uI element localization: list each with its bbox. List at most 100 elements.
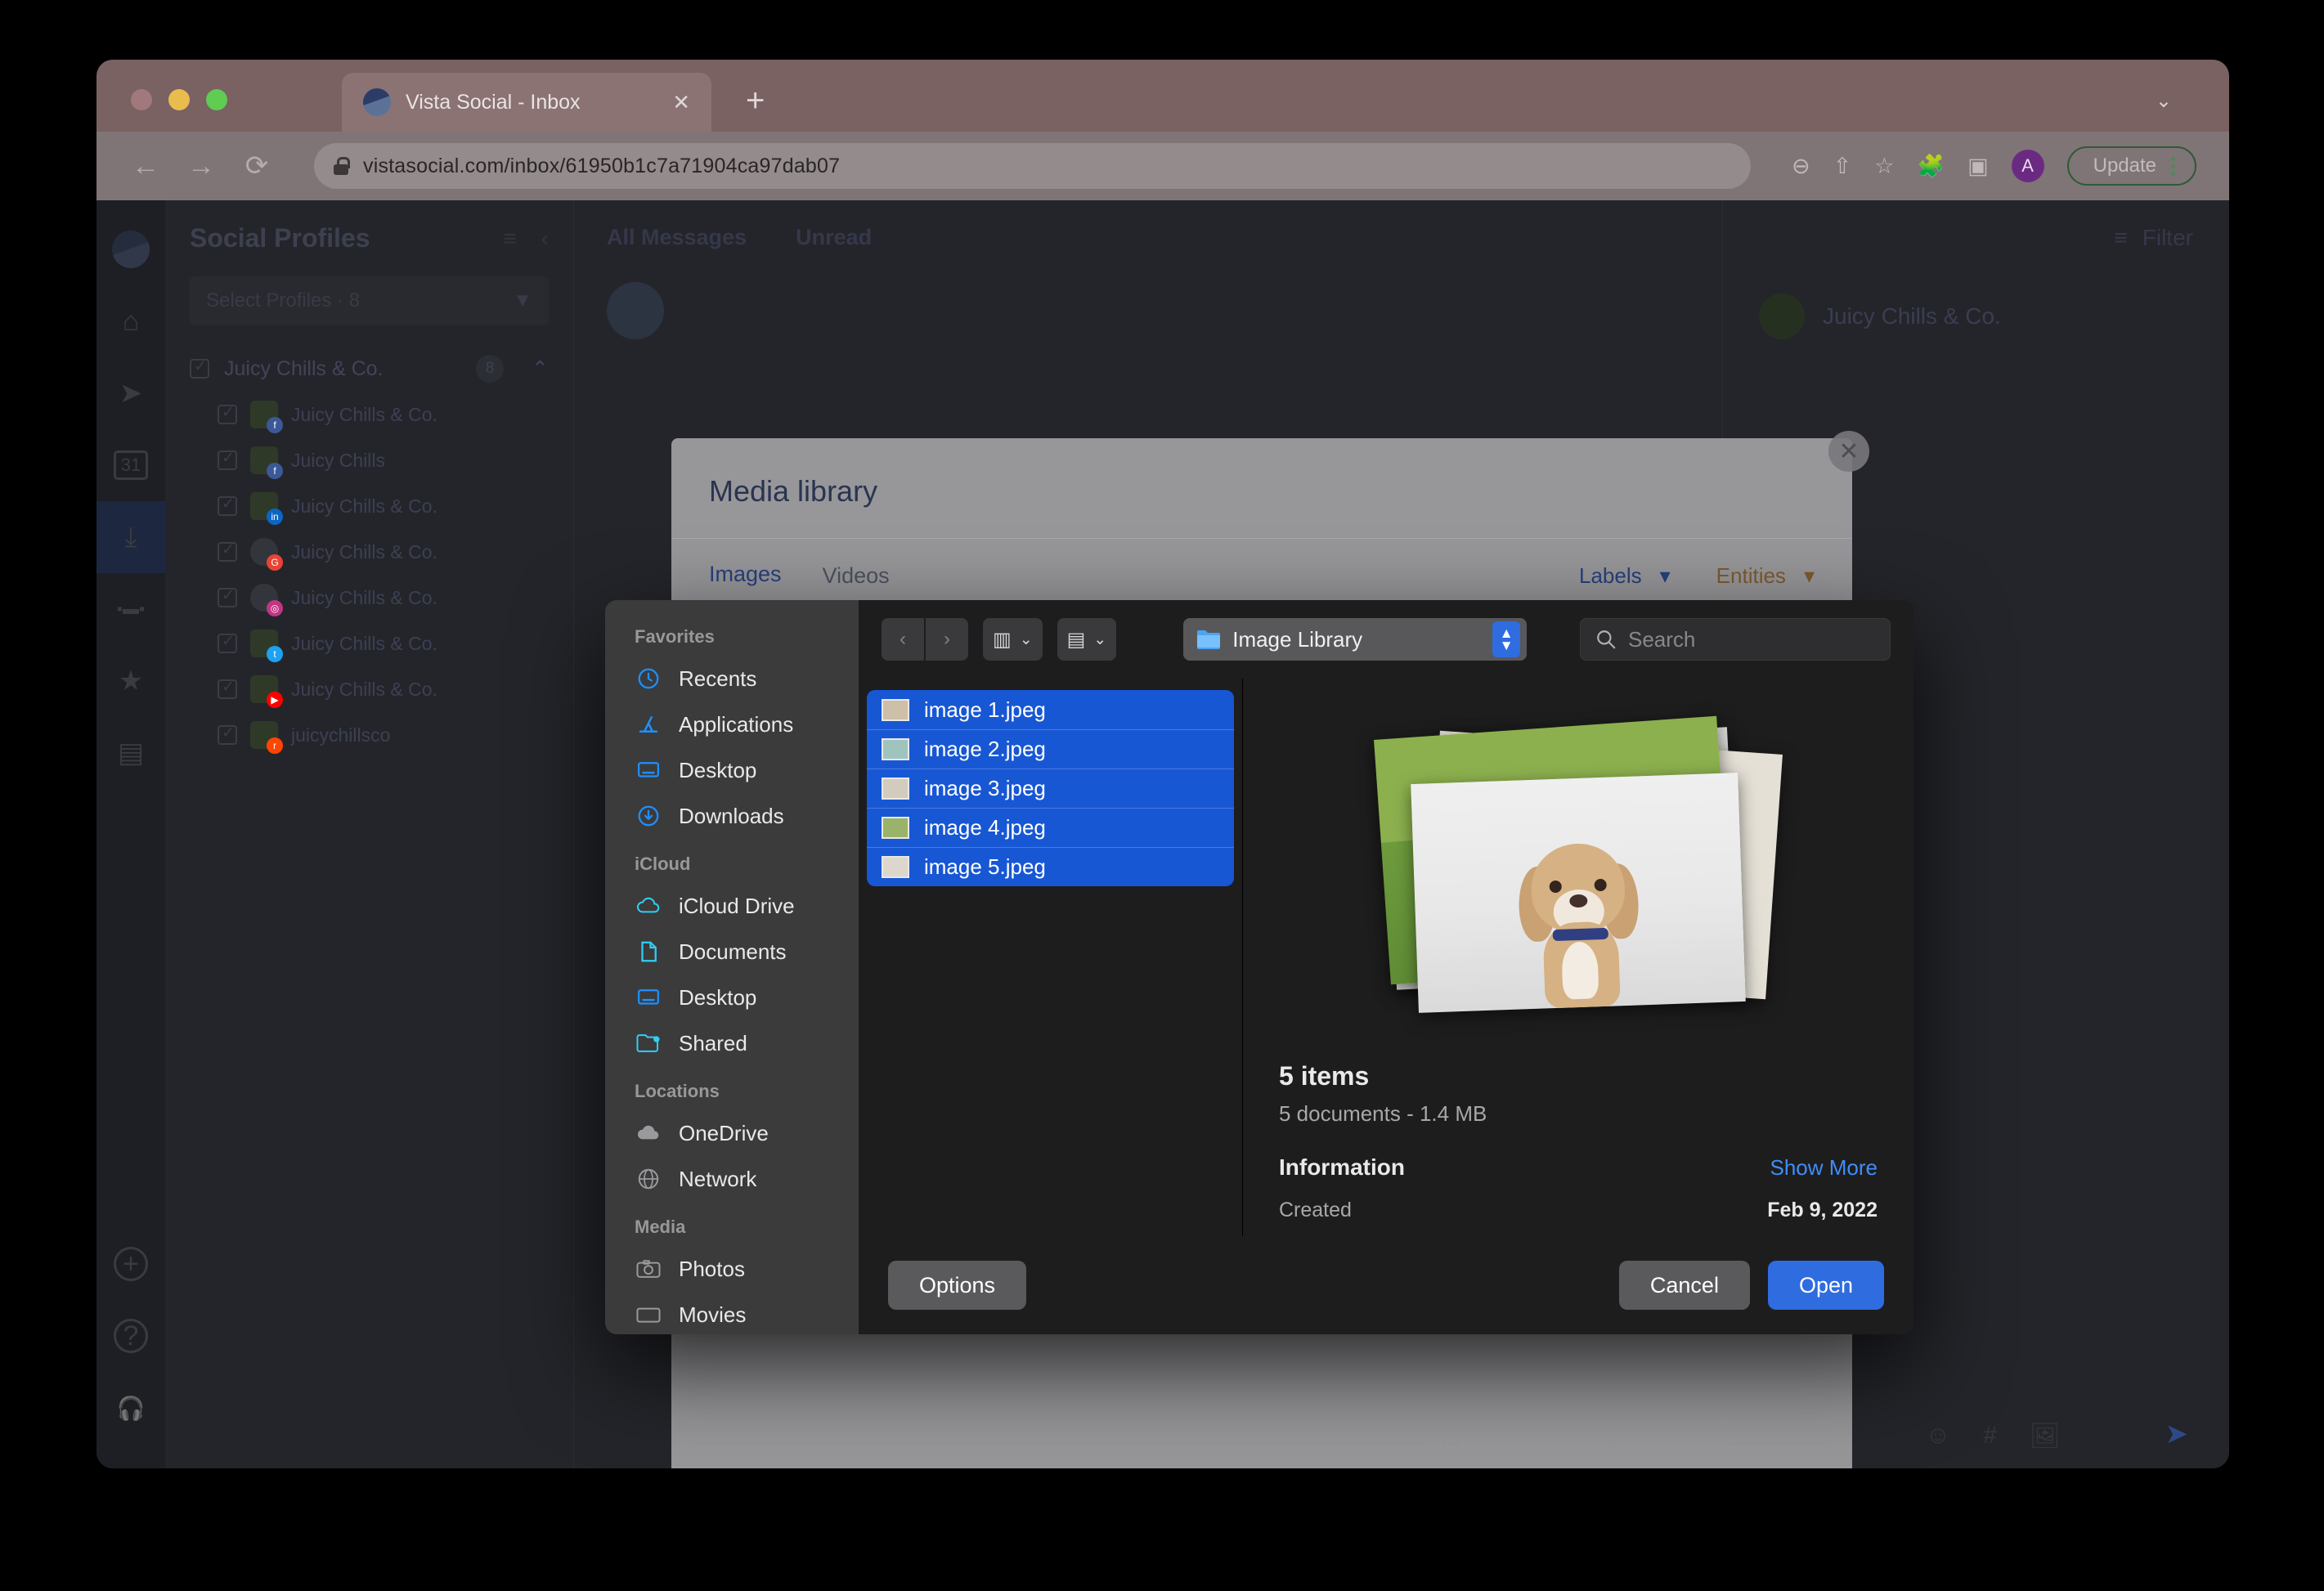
chevron-up-icon[interactable]: ⌃ [532,356,549,381]
profile-checkbox[interactable] [218,495,237,516]
select-profiles-dropdown[interactable]: Select Profiles · 8 ▼ [190,276,549,325]
file-list-item[interactable]: image 4.jpeg [867,808,1234,847]
rail-item-inbox[interactable]: ⤓ [96,501,165,573]
forward-button[interactable]: › [926,618,968,661]
rail-item-reviews[interactable]: ★ [96,645,165,717]
rail-item-publish[interactable]: ➤ [96,357,165,429]
extensions-icon[interactable]: 🧩 [1917,153,1945,179]
profile-row[interactable]: t Juicy Chills & Co. [190,630,549,662]
tab-all-messages[interactable]: All Messages [607,225,747,250]
file-list-item[interactable]: image 1.jpeg [867,690,1234,729]
profile-checkbox[interactable] [218,403,237,424]
send-button[interactable]: ➤ [2165,1418,2189,1450]
rail-item-support[interactable]: 🎧 [96,1372,165,1444]
profile-avatar[interactable]: A [2011,150,2044,182]
sidebar-item-applications[interactable]: Applications [605,701,859,747]
sidebar-item-photos[interactable]: Photos [605,1246,859,1292]
new-tab-button[interactable]: + [746,84,765,117]
sidebar-item-network[interactable]: Network [605,1156,859,1202]
file-list-item[interactable]: image 5.jpeg [867,847,1234,886]
browser-menu-icon[interactable] [2171,156,2175,176]
show-more-link[interactable]: Show More [1770,1155,1878,1181]
profile-avatar: r [250,721,283,754]
tab-unread[interactable]: Unread [796,225,872,250]
open-button[interactable]: Open [1767,1261,1884,1310]
rail-item-home[interactable]: ⌂ [96,285,165,357]
reports-icon: ▤ [117,737,145,769]
sidebar-item-onedrive[interactable]: OneDrive [605,1110,859,1156]
hashtag-icon[interactable]: # [1983,1422,1997,1450]
share-icon[interactable]: ⇧ [1833,154,1852,179]
group-checkbox[interactable] [190,357,209,379]
chevron-down-icon[interactable]: ⌄ [2156,89,2172,113]
bookmark-icon[interactable]: ☆ [1874,154,1894,179]
thread-filter-row[interactable]: ≡ Filter [1723,200,2229,251]
sidebar-item-documents[interactable]: Documents [605,929,859,975]
rail-item-logo[interactable] [96,213,165,285]
profile-checkbox[interactable] [218,586,237,607]
rail-item-add[interactable]: + [96,1228,165,1300]
file-list-item[interactable]: image 2.jpeg [867,729,1234,769]
path-popup-button[interactable]: Image Library ▲ ▼ [1183,618,1528,661]
forward-button[interactable]: → [185,150,218,182]
social-profiles-pane: Social Profiles ≡ ‹ Select Profiles · 8 … [165,200,574,1468]
cancel-button[interactable]: Cancel [1618,1261,1750,1310]
back-button[interactable]: ← [129,150,162,182]
rail-item-help[interactable]: ? [96,1300,165,1372]
back-button[interactable]: ‹ [882,618,924,661]
sidebar-item-icloud-drive[interactable]: iCloud Drive [605,883,859,929]
profile-row[interactable]: r juicychillsco [190,721,549,754]
rail-item-listening[interactable]: ▪▬▪ [96,573,165,645]
file-list-item[interactable]: image 3.jpeg [867,769,1234,808]
sidebar-item-desktop[interactable]: Desktop [605,747,859,793]
view-mode-button[interactable]: ▥ ⌄ [983,618,1043,661]
profile-checkbox[interactable] [218,678,237,699]
group-by-button[interactable]: ▤ ⌄ [1057,618,1117,661]
profile-row[interactable]: f Juicy Chills [190,446,549,479]
profile-avatar: G [250,538,283,571]
profile-checkbox[interactable] [218,724,237,745]
reload-button[interactable]: ⟳ [240,150,273,182]
rail-item-calendar[interactable]: 31 [96,429,165,501]
close-icon[interactable]: ✕ [1828,431,1869,472]
applications-icon [635,712,662,737]
profile-checkbox[interactable] [218,540,237,562]
profile-row[interactable]: f Juicy Chills & Co. [190,401,549,433]
options-button[interactable]: Options [888,1261,1027,1310]
profile-row[interactable]: in Juicy Chills & Co. [190,492,549,525]
sidebar-item-label: Applications [679,711,794,737]
profile-row[interactable]: ▶ Juicy Chills & Co. [190,675,549,708]
browser-tab[interactable]: Vista Social - Inbox ✕ [342,73,711,132]
collapse-icon[interactable]: ‹ [541,226,549,252]
sidebar-item-movies[interactable]: Movies [605,1292,859,1334]
profile-row[interactable]: G Juicy Chills & Co. [190,538,549,571]
profile-avatar: f [250,446,283,479]
zoom-out-icon[interactable]: ⊖ [1792,154,1810,179]
close-window-button[interactable] [131,89,152,110]
address-bar[interactable]: vistasocial.com/inbox/61950b1c7a71904ca9… [314,143,1751,189]
close-tab-icon[interactable]: ✕ [672,92,690,113]
rail-item-reports[interactable]: ▤ [96,717,165,789]
emoji-icon[interactable]: ☺ [1926,1422,1951,1450]
profile-checkbox[interactable] [218,632,237,653]
rail-bottom-group: + ? 🎧 [96,1228,165,1444]
profile-checkbox[interactable] [218,449,237,470]
sidebar-item-downloads[interactable]: Downloads [605,793,859,839]
entities-dropdown[interactable]: Entities ▾ [1716,563,1815,589]
side-panel-icon[interactable]: ▣ [1967,154,1989,179]
image-icon[interactable]: 🖼 [2030,1422,2061,1450]
search-field[interactable]: Search [1580,618,1891,661]
profile-group-row[interactable]: Juicy Chills & Co. 8 ⌃ [190,355,549,383]
profile-row[interactable]: ◎ Juicy Chills & Co. [190,584,549,616]
window-controls[interactable] [131,89,227,110]
entities-label: Entities [1716,563,1786,588]
update-button[interactable]: Update [2066,146,2196,186]
maximize-window-button[interactable] [206,89,227,110]
sidebar-item-desktop[interactable]: Desktop [605,975,859,1020]
sidebar-item-recents[interactable]: Recents [605,656,859,701]
path-stepper[interactable]: ▲ ▼ [1492,621,1521,657]
labels-dropdown[interactable]: Labels ▾ [1579,563,1671,589]
minimize-window-button[interactable] [168,89,190,110]
filter-icon[interactable]: ≡ [503,226,516,252]
sidebar-item-shared[interactable]: Shared [605,1020,859,1066]
